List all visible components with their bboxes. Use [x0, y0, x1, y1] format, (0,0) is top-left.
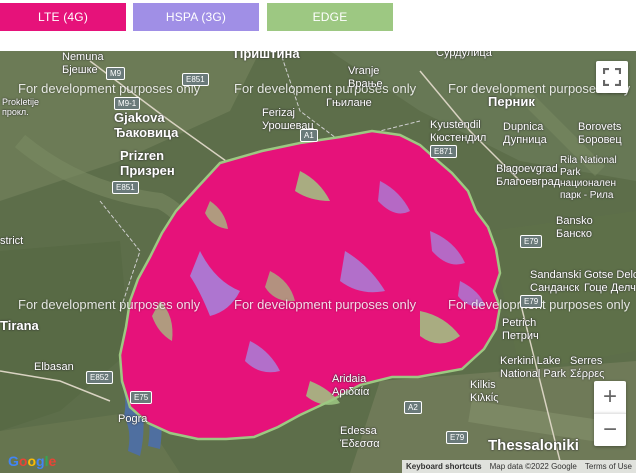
road-shield: E871 [430, 145, 457, 158]
place-label: Gjakova Ђаковица [114, 110, 179, 140]
place-label: Pogra [118, 413, 148, 425]
terms-link[interactable]: Terms of Use [580, 460, 636, 473]
place-label: Blagoevgrad Благоевград [496, 163, 561, 188]
attribution-bar: Keyboard shortcuts Map data ©2022 Google… [402, 460, 636, 473]
road-shield: E851 [182, 73, 209, 86]
coverage-map[interactable]: For development purposes only For develo… [0, 51, 636, 473]
road-shield: A2 [404, 401, 422, 414]
zoom-in-button[interactable]: + [594, 381, 626, 413]
watermark: For development purposes only [18, 81, 201, 96]
road-shield: E79 [520, 295, 543, 308]
keyboard-shortcuts-link[interactable]: Keyboard shortcuts [402, 460, 486, 473]
place-label: Prokletije прокл. [2, 97, 40, 118]
place-label: Kyustendil Кюстендил [430, 119, 487, 144]
place-label: Borovets Боровец [578, 121, 622, 146]
legend: LTE (4G) HSPA (3G) EDGE [0, 0, 640, 40]
place-label: Prizren Призрен [120, 148, 175, 178]
place-label: Gotse Delc Гоце Делч [584, 269, 636, 294]
legend-hspa[interactable]: HSPA (3G) [133, 3, 259, 31]
place-label: Kilkis Κιλκίς [470, 379, 499, 404]
fullscreen-button[interactable] [596, 61, 628, 93]
place-label: Kerkini Lake National Park [500, 355, 567, 380]
watermark: For development purposes only [234, 297, 417, 312]
road-shield: E852 [86, 371, 113, 384]
place-label: Thessaloniki [488, 437, 579, 454]
place-label: Serres Σέρρες [570, 355, 605, 380]
place-label: Tirana [0, 318, 39, 333]
plus-icon: + [602, 383, 617, 410]
google-logo: Google [8, 453, 57, 469]
road-shield: M9-1 [114, 97, 141, 110]
place-label: Гњилане [326, 97, 372, 109]
zoom-out-button[interactable]: − [594, 413, 626, 446]
map-terrain [0, 51, 636, 473]
place-label: Elbasan [34, 361, 74, 373]
road-shield: E75 [130, 391, 153, 404]
place-label: Rila National Park национален парк - Рил… [560, 155, 617, 201]
road-shield: A1 [300, 129, 318, 142]
minus-icon: − [602, 416, 617, 443]
place-label: Nemuna Бјешке [62, 51, 104, 76]
place-label: Vranje Врање [348, 65, 383, 90]
place-label: Petrich Петрич [502, 317, 539, 342]
place-label: Приштина [234, 51, 300, 61]
map-data-text: Map data ©2022 Google [485, 460, 581, 473]
place-label: Перник [488, 94, 535, 109]
place-label: Dupnica Дупница [503, 121, 547, 146]
watermark: For development purposes only [234, 81, 417, 96]
place-label: Aridaia Αριδαία [332, 373, 370, 398]
road-shield: E851 [112, 181, 139, 194]
road-shield: E79 [520, 235, 543, 248]
place-label: Bansko Банско [556, 215, 593, 240]
place-label: Сурдулица [436, 51, 492, 59]
legend-lte[interactable]: LTE (4G) [0, 3, 126, 31]
zoom-controls: + − [594, 381, 626, 446]
legend-edge[interactable]: EDGE [267, 3, 393, 31]
place-label: Edessa Έδεσσα [340, 425, 380, 450]
place-label: strict [0, 235, 24, 247]
fullscreen-icon [603, 68, 621, 86]
road-shield: M9 [106, 67, 126, 80]
watermark: For development purposes only [18, 297, 201, 312]
road-shield: E79 [446, 431, 469, 444]
place-label: Sandanski Санданск [530, 269, 582, 294]
